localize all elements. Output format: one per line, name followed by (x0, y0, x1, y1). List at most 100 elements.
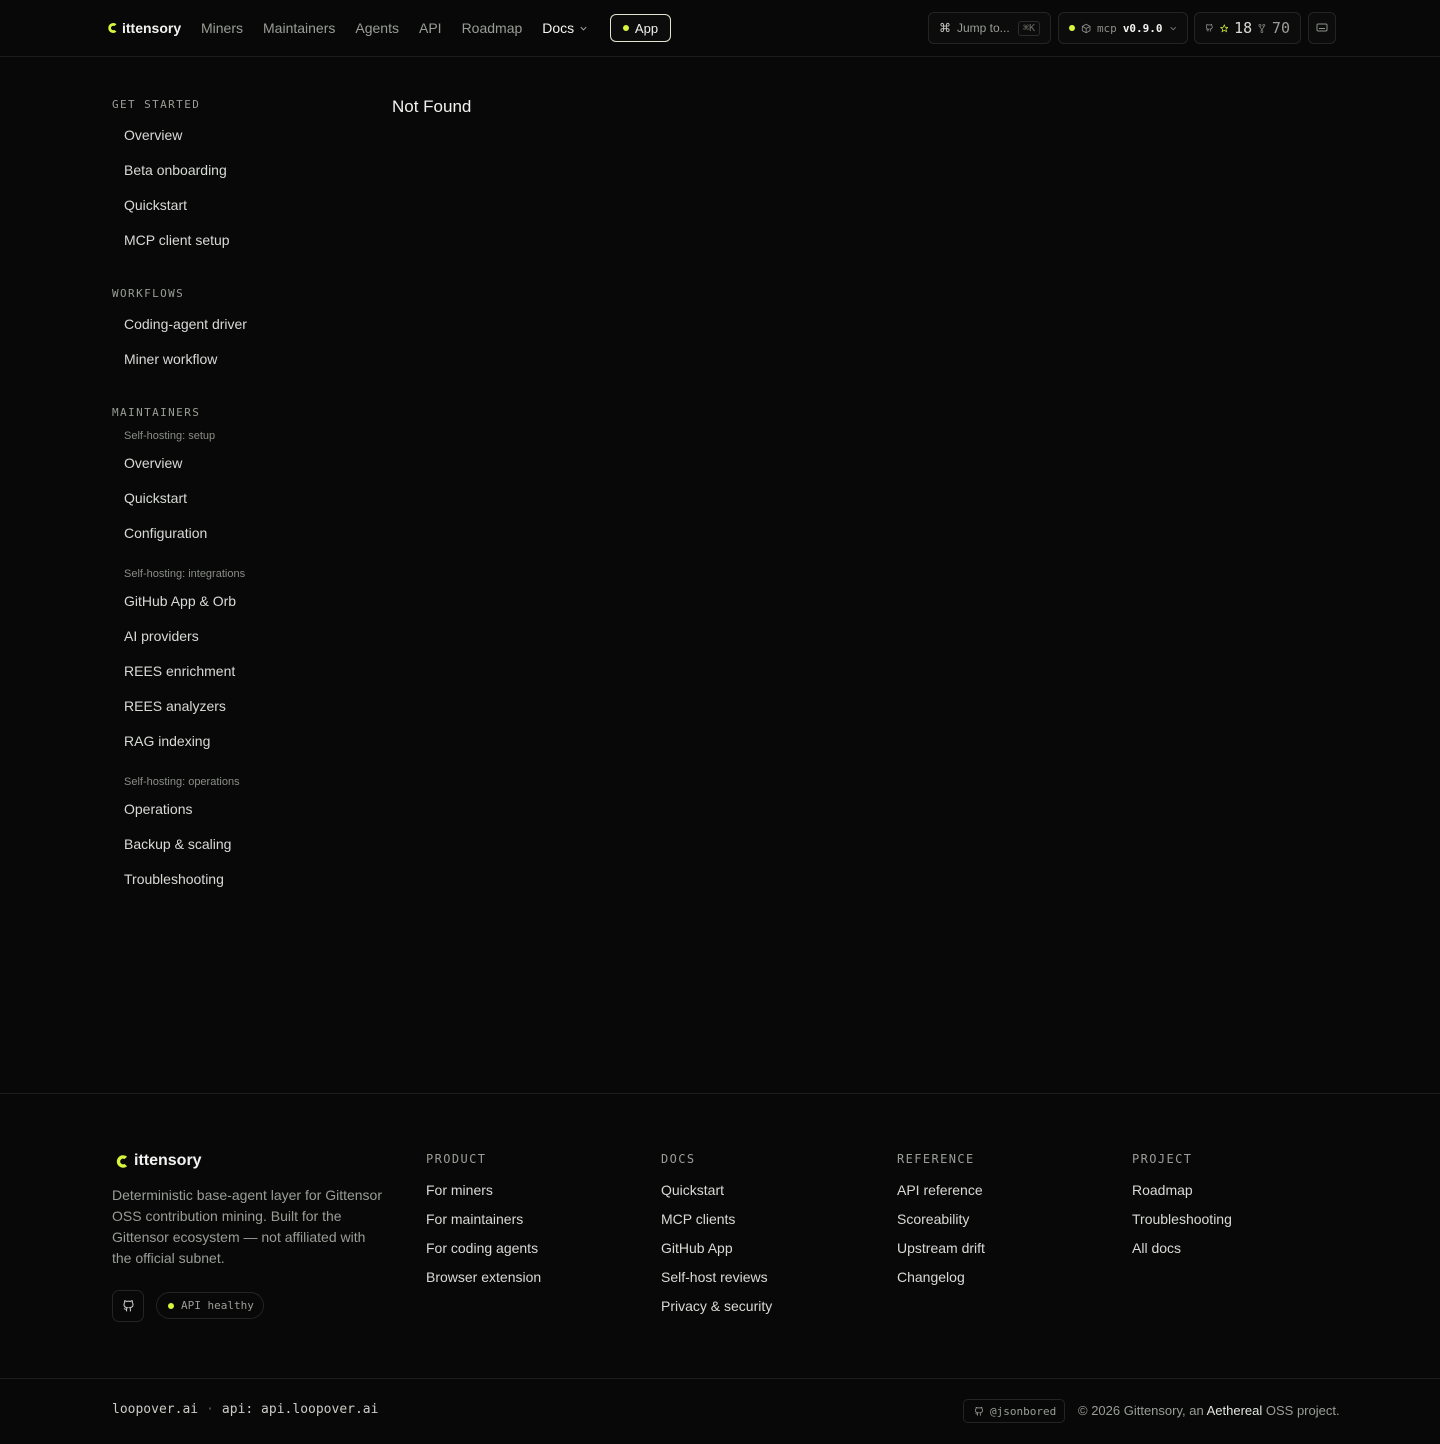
sidebar-item-troubleshooting[interactable]: Troubleshooting (124, 869, 224, 889)
footer-site-link[interactable]: loopover.ai (112, 1402, 198, 1417)
sidebar-item-backup-scaling[interactable]: Backup & scaling (124, 834, 231, 854)
footer-col-title: PRODUCT (426, 1152, 487, 1166)
app-button[interactable]: App (610, 14, 671, 42)
sidebar-item-operations[interactable]: Operations (124, 799, 192, 819)
api-health-label: API healthy (181, 1299, 254, 1312)
footer-link-mcp-clients[interactable]: MCP clients (661, 1209, 772, 1238)
mcp-key: mcp (1096, 21, 1117, 35)
footer-link-for-coding-agents[interactable]: For coding agents (426, 1238, 541, 1267)
github-icon (122, 1300, 134, 1312)
sidebar-item-rees-analyzers[interactable]: REES analyzers (124, 696, 226, 716)
copyright-suffix: OSS project. (1265, 1403, 1340, 1418)
footer-link-for-miners[interactable]: For miners (426, 1180, 541, 1209)
sidebar-item-beta-onboarding[interactable]: Beta onboarding (124, 160, 227, 180)
monitor-icon (1316, 23, 1328, 32)
sidebar-item-ai-providers[interactable]: AI providers (124, 626, 199, 646)
page-title: Not Found (392, 97, 472, 116)
command-icon: ⌘ (939, 21, 951, 35)
sidebar-item-selfhost-overview[interactable]: Overview (124, 453, 182, 473)
nav-maintainers[interactable]: Maintainers (263, 20, 335, 36)
footer-brand[interactable]: ittensory (114, 1152, 202, 1170)
footer-col-title: DOCS (661, 1152, 696, 1166)
footer-link-upstream-drift[interactable]: Upstream drift (897, 1238, 985, 1267)
footer-link-changelog[interactable]: Changelog (897, 1267, 985, 1296)
copyright-prefix: © 2026 Gittensory, an (1078, 1403, 1204, 1418)
sidebar-section-workflows: WORKFLOWS (112, 287, 185, 300)
brand-name: ittensory (122, 20, 182, 36)
api-health-badge: API healthy (156, 1292, 264, 1319)
jump-shortcut: ⌘K (1017, 20, 1040, 36)
main-nav: Miners Maintainers Agents API Roadmap Do… (201, 18, 588, 38)
footer-author-handle[interactable]: @jsonbored (963, 1399, 1065, 1423)
sidebar-item-selfhost-quickstart[interactable]: Quickstart (124, 488, 187, 508)
mcp-version-selector[interactable]: mcp v0.9.0 (1058, 12, 1188, 44)
fork-count: 70 (1271, 19, 1290, 37)
nav-miners[interactable]: Miners (201, 20, 243, 36)
brand-mark-icon (116, 1154, 128, 1168)
sidebar-section-get-started: GET STARTED (112, 98, 201, 111)
mcp-status-dot-icon (1069, 25, 1075, 31)
jump-to-search-button[interactable]: ⌘ Jump to... ⌘K (928, 12, 1051, 44)
footer-col-reference: REFERENCE API reference Scoreability Ups… (897, 1152, 985, 1296)
sidebar-item-quickstart[interactable]: Quickstart (124, 195, 187, 215)
nav-docs-dropdown[interactable]: Docs (542, 20, 588, 36)
github-stats-link[interactable]: 18 70 (1194, 12, 1301, 44)
nav-agents[interactable]: Agents (355, 20, 399, 36)
sidebar-subsection-operations: Self-hosting: operations (124, 776, 240, 788)
footer-link-self-host-reviews[interactable]: Self-host reviews (661, 1267, 772, 1296)
star-icon (1219, 23, 1229, 32)
chevron-down-icon (1169, 26, 1176, 30)
app-button-label: App (634, 20, 659, 36)
footer-link-all-docs[interactable]: All docs (1132, 1238, 1232, 1267)
footer-col-project: PROJECT Roadmap Troubleshooting All docs (1132, 1152, 1232, 1267)
footer-link-roadmap[interactable]: Roadmap (1132, 1180, 1232, 1209)
footer-link-scoreability[interactable]: Scoreability (897, 1209, 985, 1238)
footer-link-quickstart[interactable]: Quickstart (661, 1180, 772, 1209)
footer-col-docs: DOCS Quickstart MCP clients GitHub App S… (661, 1152, 772, 1325)
sidebar-item-coding-agent-driver[interactable]: Coding-agent driver (124, 314, 247, 334)
chevron-down-icon (580, 26, 587, 31)
footer-link-browser-extension[interactable]: Browser extension (426, 1267, 541, 1296)
footer-col-title: REFERENCE (897, 1152, 975, 1166)
footer-api-link[interactable]: api: api.loopover.ai (222, 1402, 379, 1417)
health-dot-icon (168, 1302, 174, 1309)
sidebar-item-configuration[interactable]: Configuration (124, 523, 207, 543)
brand-logo[interactable]: ittensory (106, 18, 181, 38)
sidebar-item-rag-indexing[interactable]: RAG indexing (124, 731, 210, 751)
footer-link-api-reference[interactable]: API reference (897, 1180, 985, 1209)
status-dot-icon (622, 25, 629, 31)
footer-github-button[interactable] (112, 1290, 144, 1322)
package-icon (1081, 23, 1091, 33)
footer-link-for-maintainers[interactable]: For maintainers (426, 1209, 541, 1238)
fork-icon (1258, 23, 1266, 33)
copyright-org-link[interactable]: Aethereal (1207, 1403, 1263, 1418)
github-icon (1205, 24, 1213, 32)
footer-link-troubleshooting[interactable]: Troubleshooting (1132, 1209, 1232, 1238)
nav-api[interactable]: API (419, 20, 442, 36)
sidebar-item-rees-enrichment[interactable]: REES enrichment (124, 661, 235, 681)
sidebar-item-github-app-orb[interactable]: GitHub App & Orb (124, 591, 236, 611)
footer-col-title: PROJECT (1132, 1152, 1193, 1166)
nav-docs-label: Docs (542, 20, 575, 36)
mcp-version: v0.9.0 (1122, 21, 1163, 35)
footer-brand-name: ittensory (134, 1152, 202, 1169)
footer-site-links: loopover.ai · api: api.loopover.ai (112, 1402, 378, 1417)
footer-separator: · (206, 1402, 214, 1417)
footer-handle-label: @jsonbored (990, 1404, 1057, 1418)
footer-link-github-app[interactable]: GitHub App (661, 1238, 772, 1267)
top-navbar: ittensory Miners Maintainers Agents API … (0, 0, 1440, 57)
sidebar-item-miner-workflow[interactable]: Miner workflow (124, 349, 217, 369)
theme-toggle-button[interactable] (1308, 12, 1336, 44)
footer-col-product: PRODUCT For miners For maintainers For c… (426, 1152, 541, 1296)
nav-roadmap[interactable]: Roadmap (462, 20, 523, 36)
github-icon (975, 1406, 983, 1416)
sidebar-subsection-integrations: Self-hosting: integrations (124, 568, 246, 580)
sidebar-item-overview[interactable]: Overview (124, 125, 182, 145)
jump-to-label: Jump to... (957, 21, 1010, 35)
sidebar-item-mcp-client-setup[interactable]: MCP client setup (124, 230, 230, 250)
brand-mark-icon (108, 23, 117, 33)
footer-description: Deterministic base-agent layer for Gitte… (112, 1187, 382, 1266)
sidebar-subsection-setup: Self-hosting: setup (124, 430, 216, 442)
sidebar-section-maintainers: MAINTAINERS (112, 406, 201, 419)
footer-link-privacy-security[interactable]: Privacy & security (661, 1296, 772, 1325)
